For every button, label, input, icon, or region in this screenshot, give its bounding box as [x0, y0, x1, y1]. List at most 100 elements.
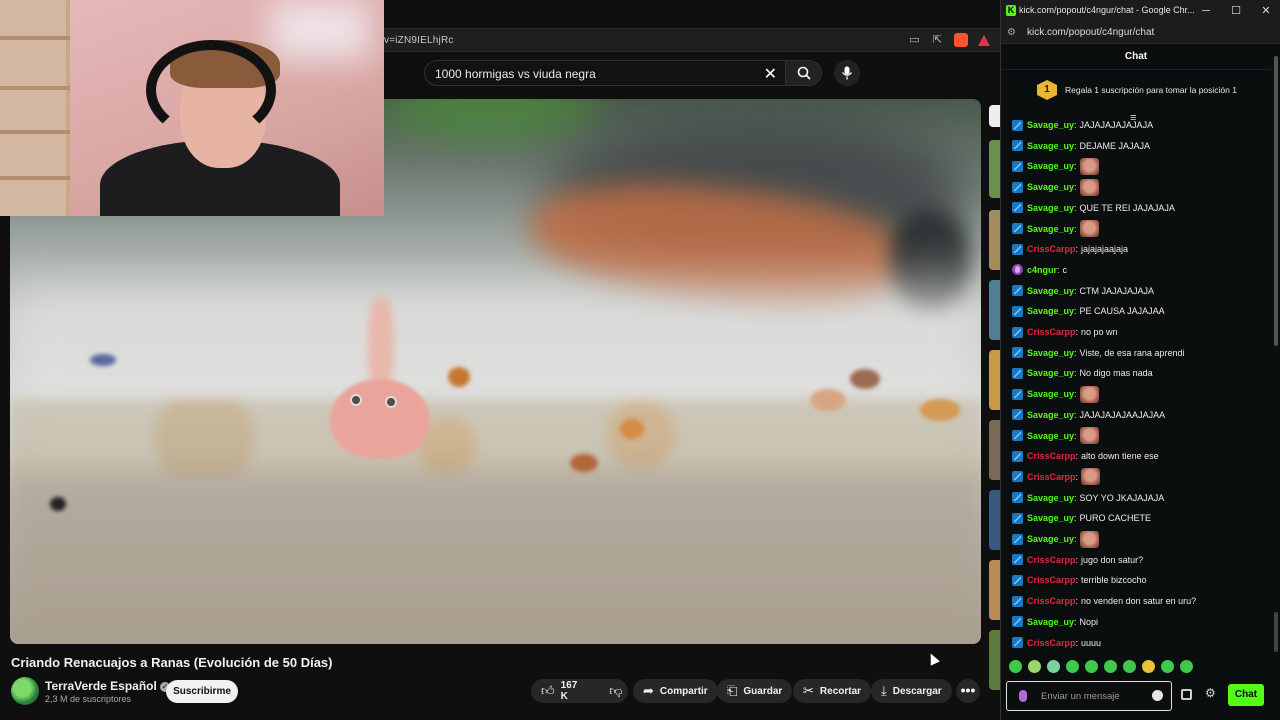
channel-name[interactable]: TerraVerde Español — [45, 679, 157, 693]
chat-message[interactable]: Savage_uy: QUE TE REI JAJAJAJA — [1012, 199, 1175, 217]
chat-username[interactable]: Savage_uy — [1027, 348, 1074, 358]
search-input[interactable]: 1000 hormigas vs viuda negra — [435, 67, 596, 81]
chat-message[interactable]: Savage_uy: — [1012, 530, 1099, 548]
chat-username[interactable]: CrissCarpp — [1027, 575, 1076, 585]
chat-emote-image[interactable] — [1079, 157, 1099, 175]
chat-emote-image[interactable] — [1079, 178, 1099, 196]
chat-username[interactable]: Savage_uy — [1027, 431, 1074, 441]
chat-scrollbar[interactable] — [1274, 56, 1278, 346]
voice-search-button[interactable] — [834, 60, 860, 86]
chat-username[interactable]: CrissCarpp — [1027, 596, 1076, 606]
chat-message-list[interactable]: Savage_uy: JAJAJAJAJAJAJA Savage_uy: DEJAME… — [1001, 116, 1269, 651]
recommendation-thumb[interactable] — [989, 280, 1000, 340]
recommendation-thumb[interactable] — [989, 140, 1000, 198]
chat-message[interactable]: Savage_uy: JAJAJAJAJAAJAJAA — [1012, 406, 1165, 424]
recommendation-thumb[interactable] — [989, 490, 1000, 550]
chat-username[interactable]: Savage_uy — [1027, 161, 1074, 171]
chat-username[interactable]: Savage_uy — [1027, 617, 1074, 627]
kick-title-bar[interactable]: K kick.com/popout/c4ngur/chat - Google C… — [1001, 0, 1280, 22]
chat-username[interactable]: CrissCarpp — [1027, 638, 1076, 648]
chat-message[interactable]: Savage_uy: JAJAJAJAJAJAJA — [1012, 116, 1153, 134]
emote-icon[interactable] — [1104, 660, 1117, 673]
share-page-icon[interactable]: ⇱ — [931, 34, 944, 47]
chat-message[interactable]: Savage_uy: — [1012, 178, 1099, 196]
emoji-picker-icon[interactable] — [1152, 690, 1163, 701]
recommendation-thumb[interactable] — [989, 420, 1000, 480]
chat-emote-image[interactable] — [1081, 468, 1101, 486]
chat-message[interactable]: Savage_uy: PE CAUSA JAJAJAA — [1012, 302, 1165, 320]
emote-icon[interactable] — [1180, 660, 1193, 673]
chat-username[interactable]: Savage_uy — [1027, 286, 1074, 296]
chat-message[interactable]: CrissCarpp: jugo don satur? — [1012, 551, 1143, 569]
kick-address-bar[interactable]: ⚙ kick.com/popout/c4ngur/chat — [1001, 22, 1280, 44]
chat-message[interactable]: Savage_uy: No digo mas nada — [1012, 364, 1153, 382]
chat-emote-image[interactable] — [1079, 385, 1099, 403]
chat-username[interactable]: Savage_uy — [1027, 410, 1074, 420]
recommendation-thumb[interactable] — [989, 350, 1000, 410]
chat-message[interactable]: CrissCarpp: no po wn — [1012, 323, 1118, 341]
maximize-icon[interactable]: ☐ — [1221, 0, 1251, 22]
recommendation-thumb[interactable] — [989, 210, 1000, 270]
chat-message[interactable]: CrissCarpp: — [1012, 468, 1101, 486]
emote-icon[interactable] — [1009, 660, 1022, 673]
chat-username[interactable]: Savage_uy — [1027, 182, 1074, 192]
clip-button[interactable]: ✂ Recortar — [793, 679, 872, 703]
gift-icon[interactable] — [1181, 689, 1192, 700]
subscribe-button[interactable]: Suscribirme — [166, 680, 238, 703]
emote-icon[interactable] — [1161, 660, 1174, 673]
chat-message[interactable]: Savage_uy: Viste, de esa rana aprendi — [1012, 344, 1184, 362]
chat-message[interactable]: Savage_uy: SOY YO JKAJAJAJA — [1012, 489, 1164, 507]
chat-username[interactable]: CrissCarpp — [1027, 555, 1076, 565]
chat-username[interactable]: Savage_uy — [1027, 224, 1074, 234]
address-url[interactable]: v=iZN9IELhjRc — [384, 35, 454, 46]
minimize-icon[interactable]: ─ — [1191, 0, 1221, 22]
more-actions-button[interactable]: ••• — [956, 679, 980, 703]
chat-username[interactable]: Savage_uy — [1027, 141, 1074, 151]
chat-message[interactable]: Savage_uy: CTM JAJAJAJAJA — [1012, 282, 1154, 300]
chat-input[interactable]: Enviar un mensaje — [1041, 691, 1120, 702]
browser-address-bar[interactable]: v=iZN9IELhjRc ▭ ⇱ — [380, 28, 1000, 52]
chat-message[interactable]: CrissCarpp: terrible bizcocho — [1012, 571, 1147, 589]
chat-message[interactable]: Savage_uy: Nopi — [1012, 613, 1098, 631]
emote-icon[interactable] — [1142, 660, 1155, 673]
chat-message[interactable]: Savage_uy: — [1012, 220, 1099, 238]
like-button[interactable]: 👍︎ 167 K — [531, 679, 587, 703]
recommendation-thumb[interactable] — [989, 630, 1000, 690]
chat-message[interactable]: CrissCarpp: jajajajaajaja — [1012, 240, 1128, 258]
download-button[interactable]: ⤓ Descargar — [871, 679, 952, 703]
chat-username[interactable]: Savage_uy — [1027, 120, 1074, 130]
brave-rewards-icon[interactable] — [978, 34, 990, 46]
chat-username[interactable]: Savage_uy — [1027, 389, 1074, 399]
microphone-icon[interactable] — [1019, 690, 1027, 702]
cast-icon[interactable]: ▭ — [908, 34, 921, 47]
chat-settings-icon[interactable]: ⚙ — [1205, 686, 1216, 700]
recommendation-thumb[interactable] — [989, 560, 1000, 620]
chat-username[interactable]: CrissCarpp — [1027, 472, 1076, 482]
channel-avatar[interactable] — [11, 677, 39, 705]
chat-username[interactable]: Savage_uy — [1027, 534, 1074, 544]
chat-username[interactable]: CrissCarpp — [1027, 327, 1076, 337]
chat-username[interactable]: c4ngur — [1027, 265, 1057, 275]
chat-emote-image[interactable] — [1079, 530, 1099, 548]
chat-message[interactable]: Savage_uy: DEJAME JAJAJA — [1012, 137, 1150, 155]
search-button[interactable] — [786, 60, 822, 86]
emote-icon[interactable] — [1028, 660, 1041, 673]
clear-search-icon[interactable]: ✕ — [764, 64, 777, 84]
chat-message[interactable]: Savage_uy: — [1012, 385, 1099, 403]
emote-icon[interactable] — [1123, 660, 1136, 673]
chat-message[interactable]: Savage_uy: PURO CACHETE — [1012, 509, 1151, 527]
search-box[interactable]: 1000 hormigas vs viuda negra ✕ — [424, 60, 786, 86]
chat-input-box[interactable]: Enviar un mensaje — [1006, 681, 1172, 711]
chat-username[interactable]: CrissCarpp — [1027, 451, 1076, 461]
chat-emote-image[interactable] — [1079, 220, 1099, 237]
dislike-button[interactable]: 👎︎ — [599, 679, 632, 703]
kick-url[interactable]: kick.com/popout/c4ngur/chat — [1027, 27, 1154, 38]
chat-message[interactable]: Savage_uy: — [1012, 427, 1099, 445]
chat-scrollbar-thumb[interactable] — [1274, 612, 1278, 652]
share-button[interactable]: ➦ Compartir — [633, 679, 718, 703]
chat-username[interactable]: Savage_uy — [1027, 306, 1074, 316]
site-settings-icon[interactable]: ⚙ — [1007, 27, 1016, 38]
gift-sub-leaderboard[interactable]: 1 Regala 1 suscripción para tomar la pos… — [1037, 80, 1237, 100]
chat-username[interactable]: Savage_uy — [1027, 368, 1074, 378]
recommendations-strip[interactable] — [989, 100, 1000, 720]
